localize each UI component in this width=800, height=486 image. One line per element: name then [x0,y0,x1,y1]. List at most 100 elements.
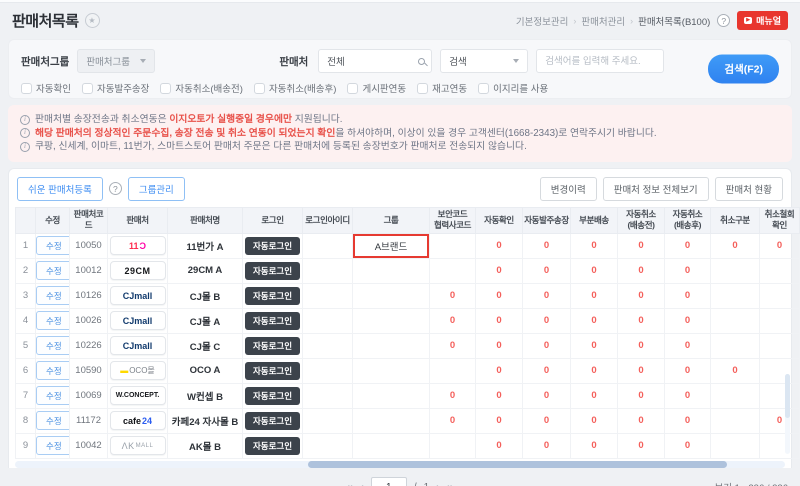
seller-logo-cell: CJmall [108,308,168,333]
value-cell: 0 [476,258,523,283]
edit-button[interactable]: 수정 [36,386,70,405]
group-select[interactable]: 판매처그룹 [77,49,155,73]
column-header: 자동취소(배송후) [665,207,711,233]
scrollbar-thumb[interactable] [308,461,728,468]
login-id-cell [303,308,353,333]
filter-checkbox[interactable]: 게시판연동 [347,81,406,95]
favorite-star-icon[interactable]: ★ [85,13,100,28]
breadcrumb-item[interactable]: 기본정보관리 [516,14,568,28]
table-header-row: 수정판매처코드판매처판매처명로그인로그인아이디그룹보안코드협력사코드자동확인자동… [16,207,800,233]
login-id-cell [303,233,353,258]
auto-login-button[interactable]: 자동로그인 [245,412,300,430]
value-cell: 0 [476,358,523,383]
toolbar-button[interactable]: 판매처 정보 전체보기 [603,177,709,201]
edit-cell: 수정 [36,358,70,383]
filter-checkbox[interactable]: 자동발주송장 [82,81,149,95]
breadcrumb-item[interactable]: 판매처목록(B100) [638,14,710,28]
edit-cell: 수정 [36,233,70,258]
login-id-cell [303,283,353,308]
auto-login-button[interactable]: 자동로그인 [245,387,300,405]
edit-button[interactable]: 수정 [36,311,70,330]
seller-logo: CJmall [110,336,166,355]
scrollbar-thumb[interactable] [785,374,790,418]
prev-page-icon[interactable]: ‹ [360,480,364,486]
toolbar-button[interactable]: 쉬운 판매처등록 [17,177,103,201]
keyword-input[interactable] [536,49,664,73]
edit-button[interactable]: 수정 [36,436,70,455]
seller-logo: CJmall [110,311,166,330]
search-button[interactable]: 검색(F2) [708,55,779,84]
row-number: 2 [16,258,36,283]
edit-button[interactable]: 수정 [36,361,70,380]
value-cell [711,383,760,408]
edit-cell: 수정 [36,283,70,308]
checkbox-icon [478,83,489,94]
manual-button[interactable]: ▶매뉴얼 [737,11,788,30]
search-icon[interactable] [418,58,425,65]
seller-logo-cell: cafe24 [108,408,168,433]
horizontal-scrollbar[interactable] [15,461,785,468]
filter-checkbox[interactable]: 이지리를 사용 [478,81,548,95]
toolbar-button[interactable]: 그룹관리 [128,177,185,201]
seller-code: 10050 [70,233,108,258]
checkbox-icon [21,83,32,94]
page-number-input[interactable] [371,477,407,486]
auto-login-button[interactable]: 자동로그인 [245,262,300,280]
seller-code: 11172 [70,408,108,433]
search-field-select[interactable]: 검색 [440,49,528,73]
value-cell: 0 [571,233,618,258]
help-icon[interactable]: ? [717,14,730,27]
table-row: 1수정1005011Ɔ11번가 A자동로그인A브랜드0000000 [16,233,800,258]
row-number: 3 [16,283,36,308]
table-row: 3수정10126CJmallCJ몰 B자동로그인000000 [16,283,800,308]
seller-name: CJ몰 C [168,333,243,358]
login-id-cell [303,383,353,408]
seller-input[interactable] [318,49,432,73]
edit-cell: 수정 [36,258,70,283]
value-cell [760,283,800,308]
seller-logo: 29CM [110,261,166,280]
auto-login-button[interactable]: 자동로그인 [245,337,300,355]
seller-code: 10026 [70,308,108,333]
edit-button[interactable]: 수정 [36,236,70,255]
vertical-scrollbar[interactable] [785,374,790,454]
value-cell: 0 [430,333,476,358]
column-header: 취소구분 [711,207,760,233]
value-cell: 0 [618,408,665,433]
checkbox-icon [82,83,93,94]
column-header: 부분배송 [571,207,618,233]
seller-filter-label: 판매처 [279,54,308,69]
filter-checkbox[interactable]: 재고연동 [417,81,467,95]
group-cell [353,308,430,333]
column-header: 그룹 [353,207,430,233]
toolbar-button[interactable]: 변경이력 [540,177,597,201]
auto-login-button[interactable]: 자동로그인 [245,362,300,380]
seller-name: AK몰 B [168,433,243,458]
table-row: 9수정10042ΛK MALLAK몰 B자동로그인00000 [16,433,800,458]
auto-login-button[interactable]: 자동로그인 [245,287,300,305]
auto-login-button[interactable]: 자동로그인 [245,237,300,255]
seller-code: 10042 [70,433,108,458]
row-number: 1 [16,233,36,258]
next-page-icon[interactable]: › [436,480,440,486]
auto-login-button[interactable]: 자동로그인 [245,312,300,330]
breadcrumb-item[interactable]: 판매처관리 [581,14,625,28]
first-page-icon[interactable]: « [346,480,353,486]
filter-checkbox[interactable]: 자동취소(배송전) [160,81,243,95]
seller-logo-cell: 11Ɔ [108,233,168,258]
edit-button[interactable]: 수정 [36,411,70,430]
filter-checkbox[interactable]: 자동취소(배송후) [254,81,337,95]
filter-checkbox[interactable]: 자동확인 [21,81,71,95]
last-page-icon[interactable]: » [447,480,454,486]
toolbar-button[interactable]: 판매처 현황 [715,177,783,201]
auto-login-button[interactable]: 자동로그인 [245,437,300,455]
edit-button[interactable]: 수정 [36,336,70,355]
value-cell: 0 [711,233,760,258]
column-header: 로그인아이디 [303,207,353,233]
group-cell [353,383,430,408]
value-cell: 0 [523,358,571,383]
edit-button[interactable]: 수정 [36,286,70,305]
edit-button[interactable]: 수정 [36,261,70,280]
seller-code: 10012 [70,258,108,283]
seller-name: 29CM A [168,258,243,283]
